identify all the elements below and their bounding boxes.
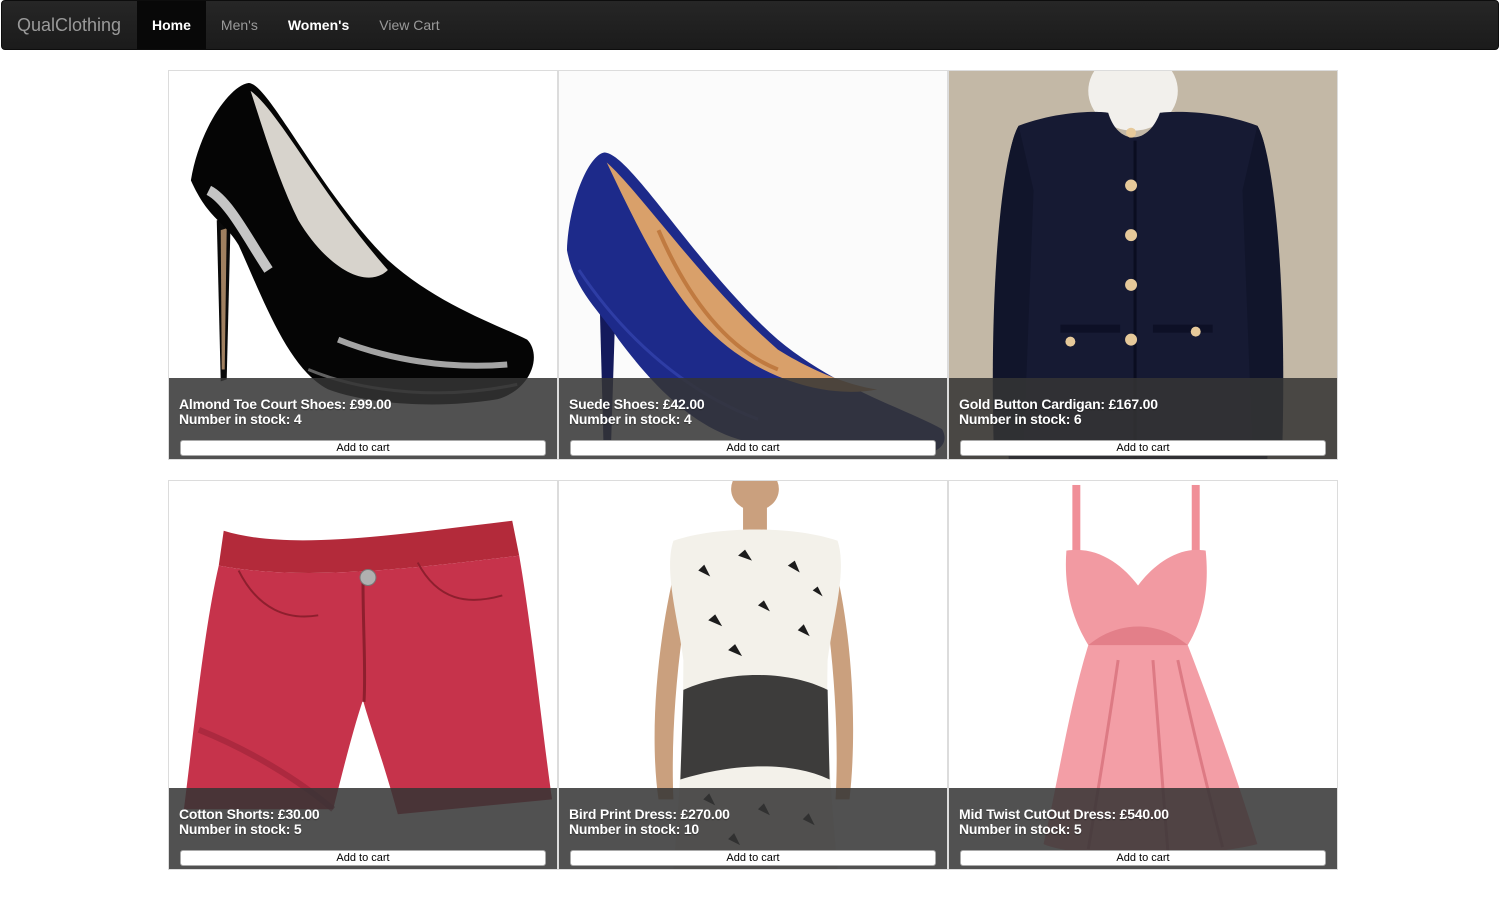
add-to-cart-button[interactable]: Add to cart	[570, 850, 936, 866]
product-title: Gold Button Cardigan: £167.00	[959, 396, 1158, 412]
product-card: Suede Shoes: £42.00 Number in stock: 4 A…	[558, 70, 948, 460]
nav-home[interactable]: Home	[137, 1, 206, 49]
product-title: Cotton Shorts: £30.00	[179, 806, 320, 822]
product-grid: Almond Toe Court Shoes: £99.00 Number in…	[168, 70, 1338, 870]
add-to-cart-button[interactable]: Add to cart	[960, 440, 1326, 456]
product-title: Almond Toe Court Shoes: £99.00	[179, 396, 392, 412]
product-title: Mid Twist CutOut Dress: £540.00	[959, 806, 1169, 822]
nav-mens[interactable]: Men's	[206, 1, 273, 49]
nav-womens[interactable]: Women's	[273, 1, 364, 49]
product-stock: Number in stock: 5	[179, 821, 302, 837]
product-caption: Suede Shoes: £42.00 Number in stock: 4 A…	[559, 378, 947, 459]
product-stock: Number in stock: 10	[569, 821, 700, 837]
product-card: Cotton Shorts: £30.00 Number in stock: 5…	[168, 480, 558, 870]
product-title: Suede Shoes: £42.00	[569, 396, 705, 412]
brand-link[interactable]: QualClothing	[2, 1, 137, 49]
top-navbar: QualClothing Home Men's Women's View Car…	[1, 0, 1499, 50]
product-caption: Gold Button Cardigan: £167.00 Number in …	[949, 378, 1337, 459]
product-card: Gold Button Cardigan: £167.00 Number in …	[948, 70, 1338, 460]
product-card: Bird Print Dress: £270.00 Number in stoc…	[558, 480, 948, 870]
product-title: Bird Print Dress: £270.00	[569, 806, 730, 822]
add-to-cart-button[interactable]: Add to cart	[960, 850, 1326, 866]
add-to-cart-button[interactable]: Add to cart	[570, 440, 936, 456]
product-stock: Number in stock: 5	[959, 821, 1082, 837]
product-stock: Number in stock: 4	[179, 411, 302, 427]
add-to-cart-button[interactable]: Add to cart	[180, 850, 546, 866]
product-caption: Bird Print Dress: £270.00 Number in stoc…	[559, 788, 947, 869]
add-to-cart-button[interactable]: Add to cart	[180, 440, 546, 456]
nav-view-cart[interactable]: View Cart	[364, 1, 454, 49]
product-stock: Number in stock: 6	[959, 411, 1082, 427]
product-stock: Number in stock: 4	[569, 411, 692, 427]
product-card: Mid Twist CutOut Dress: £540.00 Number i…	[948, 480, 1338, 870]
product-caption: Mid Twist CutOut Dress: £540.00 Number i…	[949, 788, 1337, 869]
product-card: Almond Toe Court Shoes: £99.00 Number in…	[168, 70, 558, 460]
product-caption: Almond Toe Court Shoes: £99.00 Number in…	[169, 378, 557, 459]
product-caption: Cotton Shorts: £30.00 Number in stock: 5…	[169, 788, 557, 869]
